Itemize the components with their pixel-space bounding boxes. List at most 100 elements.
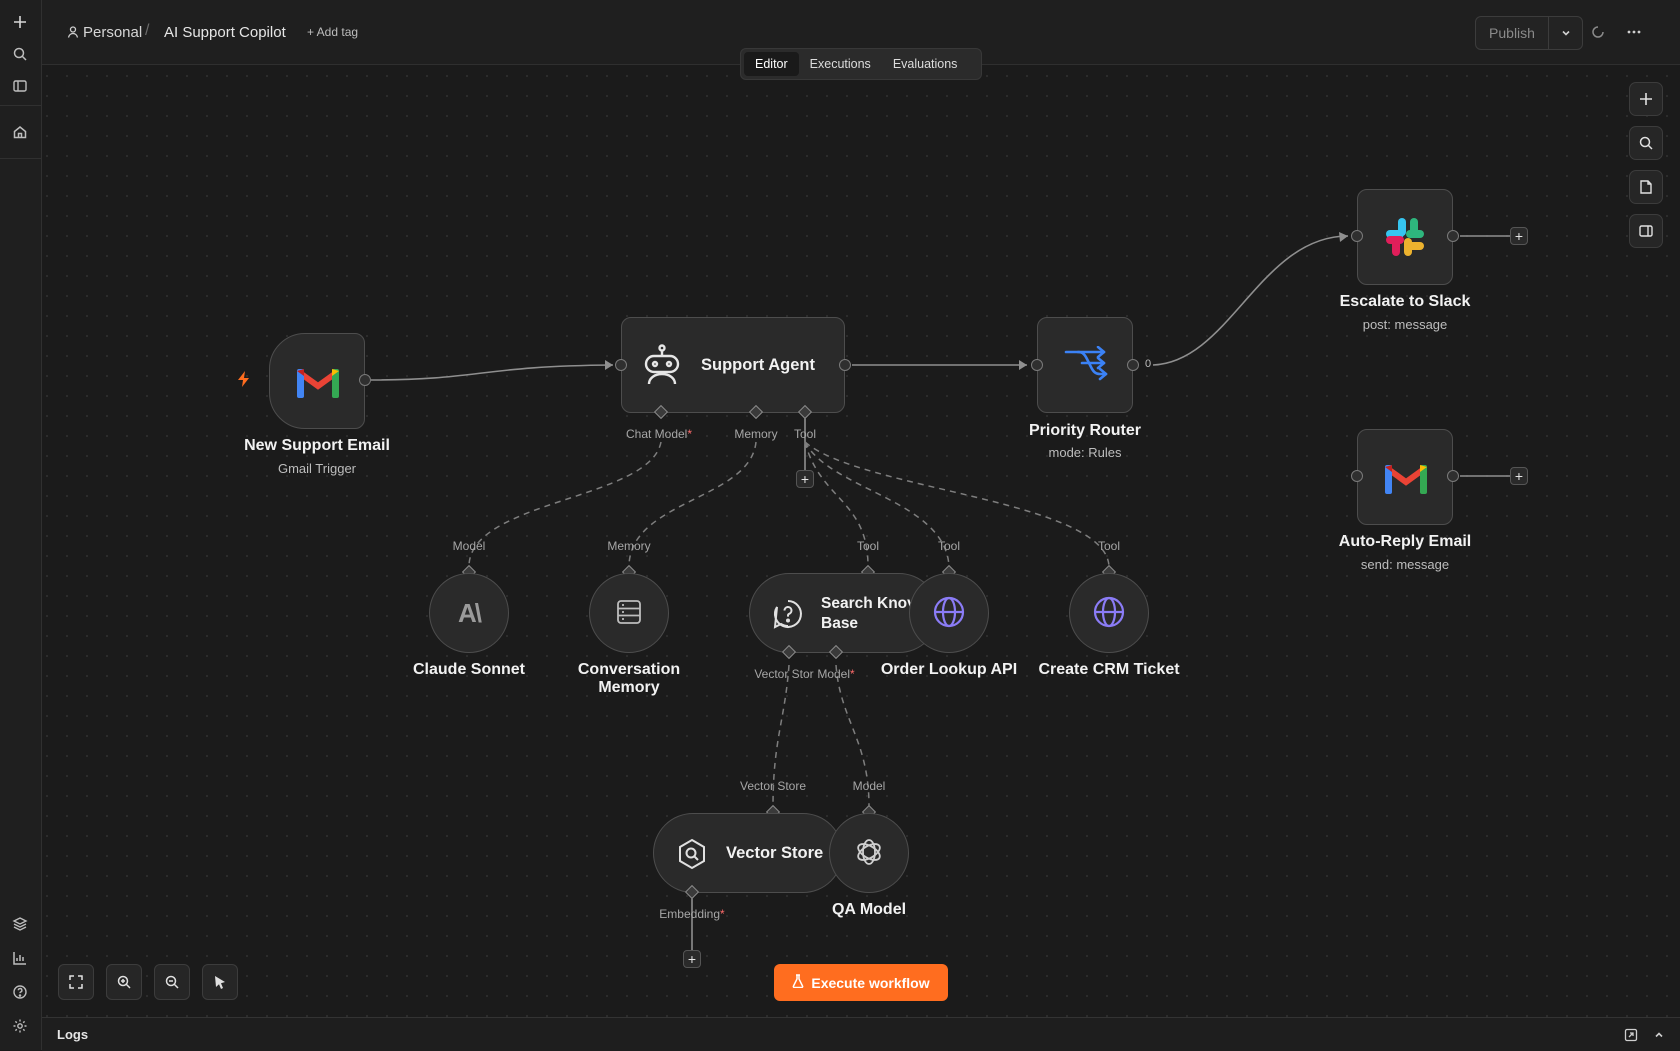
output-port[interactable] [839, 359, 851, 371]
node-subtitle: Gmail Trigger [277, 461, 357, 476]
robot-icon [640, 344, 684, 389]
input-port[interactable] [1351, 230, 1363, 242]
port-label: Tool [937, 539, 961, 553]
node-title: Auto-Reply Email [1338, 533, 1472, 550]
workflow-name[interactable]: AI Support Copilot [164, 24, 286, 41]
search-icon[interactable] [1629, 126, 1663, 160]
add-node-icon[interactable] [1629, 82, 1663, 116]
sticky-note-icon[interactable] [1629, 170, 1663, 204]
chat-model-label: Chat Model* [625, 427, 693, 441]
execute-workflow-button[interactable]: Execute workflow [774, 964, 948, 1001]
spinner-icon [1588, 22, 1608, 42]
anthropic-icon: A\ [458, 597, 482, 628]
vector-store-label: Vector Stor [754, 667, 814, 681]
node-title: Escalate to Slack [1339, 293, 1471, 310]
output-port[interactable] [1447, 230, 1459, 242]
popout-icon[interactable] [1624, 1028, 1638, 1045]
tab-evaluations[interactable]: Evaluations [882, 52, 969, 76]
chevron-down-icon[interactable] [1549, 17, 1582, 49]
node-order-lookup-api[interactable] [909, 573, 989, 653]
rail-divider [0, 105, 41, 106]
node-auto-reply-email[interactable] [1357, 429, 1453, 525]
more-options-icon[interactable] [1624, 22, 1644, 42]
trigger-bolt-icon [236, 370, 252, 391]
settings-icon[interactable] [8, 1014, 32, 1038]
port-label: Tool [856, 539, 880, 553]
input-port[interactable] [1031, 359, 1043, 371]
node-escalate-to-slack[interactable] [1357, 189, 1453, 285]
sidebar-toggle-icon[interactable] [8, 74, 32, 98]
router-output-label: 0 [1145, 358, 1152, 370]
left-rail [0, 0, 42, 1050]
chevron-up-icon[interactable] [1653, 1029, 1665, 1044]
help-icon[interactable] [8, 980, 32, 1004]
view-tabs: Editor Executions Evaluations [740, 48, 982, 80]
output-port[interactable] [1447, 470, 1459, 482]
output-port[interactable] [1127, 359, 1139, 371]
execute-label: Execute workflow [811, 974, 930, 991]
tool-label: Tool [793, 427, 817, 441]
vector-search-icon [676, 838, 708, 873]
node-title: Create CRM Ticket [1038, 661, 1180, 678]
add-node-button[interactable]: + [1510, 227, 1528, 245]
database-icon [615, 598, 643, 629]
memory-label: Memory [734, 427, 778, 441]
node-vector-store[interactable]: Vector Store [653, 813, 843, 893]
breadcrumb-owner[interactable]: Personal [83, 24, 142, 41]
node-qa-model[interactable] [829, 813, 909, 893]
tab-editor[interactable]: Editor [744, 52, 799, 76]
model-label: Model* [817, 667, 855, 681]
node-new-support-email[interactable] [269, 333, 365, 429]
node-title: Order Lookup API [880, 661, 1018, 678]
logs-label: Logs [57, 1027, 89, 1042]
publish-group: Publish [1475, 16, 1583, 50]
panel-toggle-icon[interactable] [1629, 214, 1663, 248]
node-priority-router[interactable] [1037, 317, 1133, 413]
tidy-up-icon[interactable] [202, 964, 238, 1000]
tab-executions[interactable]: Executions [799, 52, 882, 76]
port-label: Memory [607, 539, 651, 553]
gmail-icon [297, 366, 339, 401]
input-port[interactable] [1351, 470, 1363, 482]
add-icon[interactable] [8, 10, 32, 34]
node-title: Priority Router [1028, 422, 1142, 439]
node-title: QA Model [831, 901, 907, 918]
breadcrumb-separator: / [145, 22, 150, 39]
zoom-in-icon[interactable] [106, 964, 142, 1000]
port-label: Model [452, 539, 486, 553]
logs-panel[interactable]: Logs [42, 1017, 1680, 1051]
publish-button[interactable]: Publish [1476, 17, 1549, 49]
fit-view-icon[interactable] [58, 964, 94, 1000]
node-title: Support Agent [701, 356, 815, 374]
globe-icon [932, 595, 966, 632]
user-icon [67, 25, 79, 39]
insights-icon[interactable] [8, 946, 32, 970]
flask-icon [792, 974, 804, 991]
input-port[interactable] [615, 359, 627, 371]
question-icon [772, 598, 804, 633]
node-claude-sonnet[interactable]: A\ [429, 573, 509, 653]
node-support-agent[interactable]: Support Agent [621, 317, 845, 413]
node-create-crm-ticket[interactable] [1069, 573, 1149, 653]
search-icon[interactable] [8, 42, 32, 66]
home-icon[interactable] [8, 120, 32, 144]
openai-icon [852, 835, 886, 872]
node-title: Conversation Memory [577, 661, 681, 696]
slack-icon [1384, 216, 1426, 261]
node-conversation-memory[interactable] [589, 573, 669, 653]
node-subtitle: post: message [1362, 317, 1448, 332]
add-tool-button[interactable]: + [796, 470, 814, 488]
gmail-icon [1385, 462, 1427, 497]
node-title: Vector Store [726, 844, 824, 862]
add-node-button[interactable]: + [1510, 467, 1528, 485]
port-label: Model [852, 779, 886, 793]
embedding-label: Embedding* [659, 907, 725, 921]
rail-divider [0, 158, 41, 159]
add-tag-button[interactable]: + Add tag [307, 25, 358, 39]
output-port[interactable] [359, 374, 371, 386]
zoom-out-icon[interactable] [154, 964, 190, 1000]
add-embedding-button[interactable]: + [683, 950, 701, 968]
node-title: Search Knov Base [821, 595, 916, 632]
templates-icon[interactable] [8, 912, 32, 936]
node-subtitle: send: message [1360, 557, 1450, 572]
